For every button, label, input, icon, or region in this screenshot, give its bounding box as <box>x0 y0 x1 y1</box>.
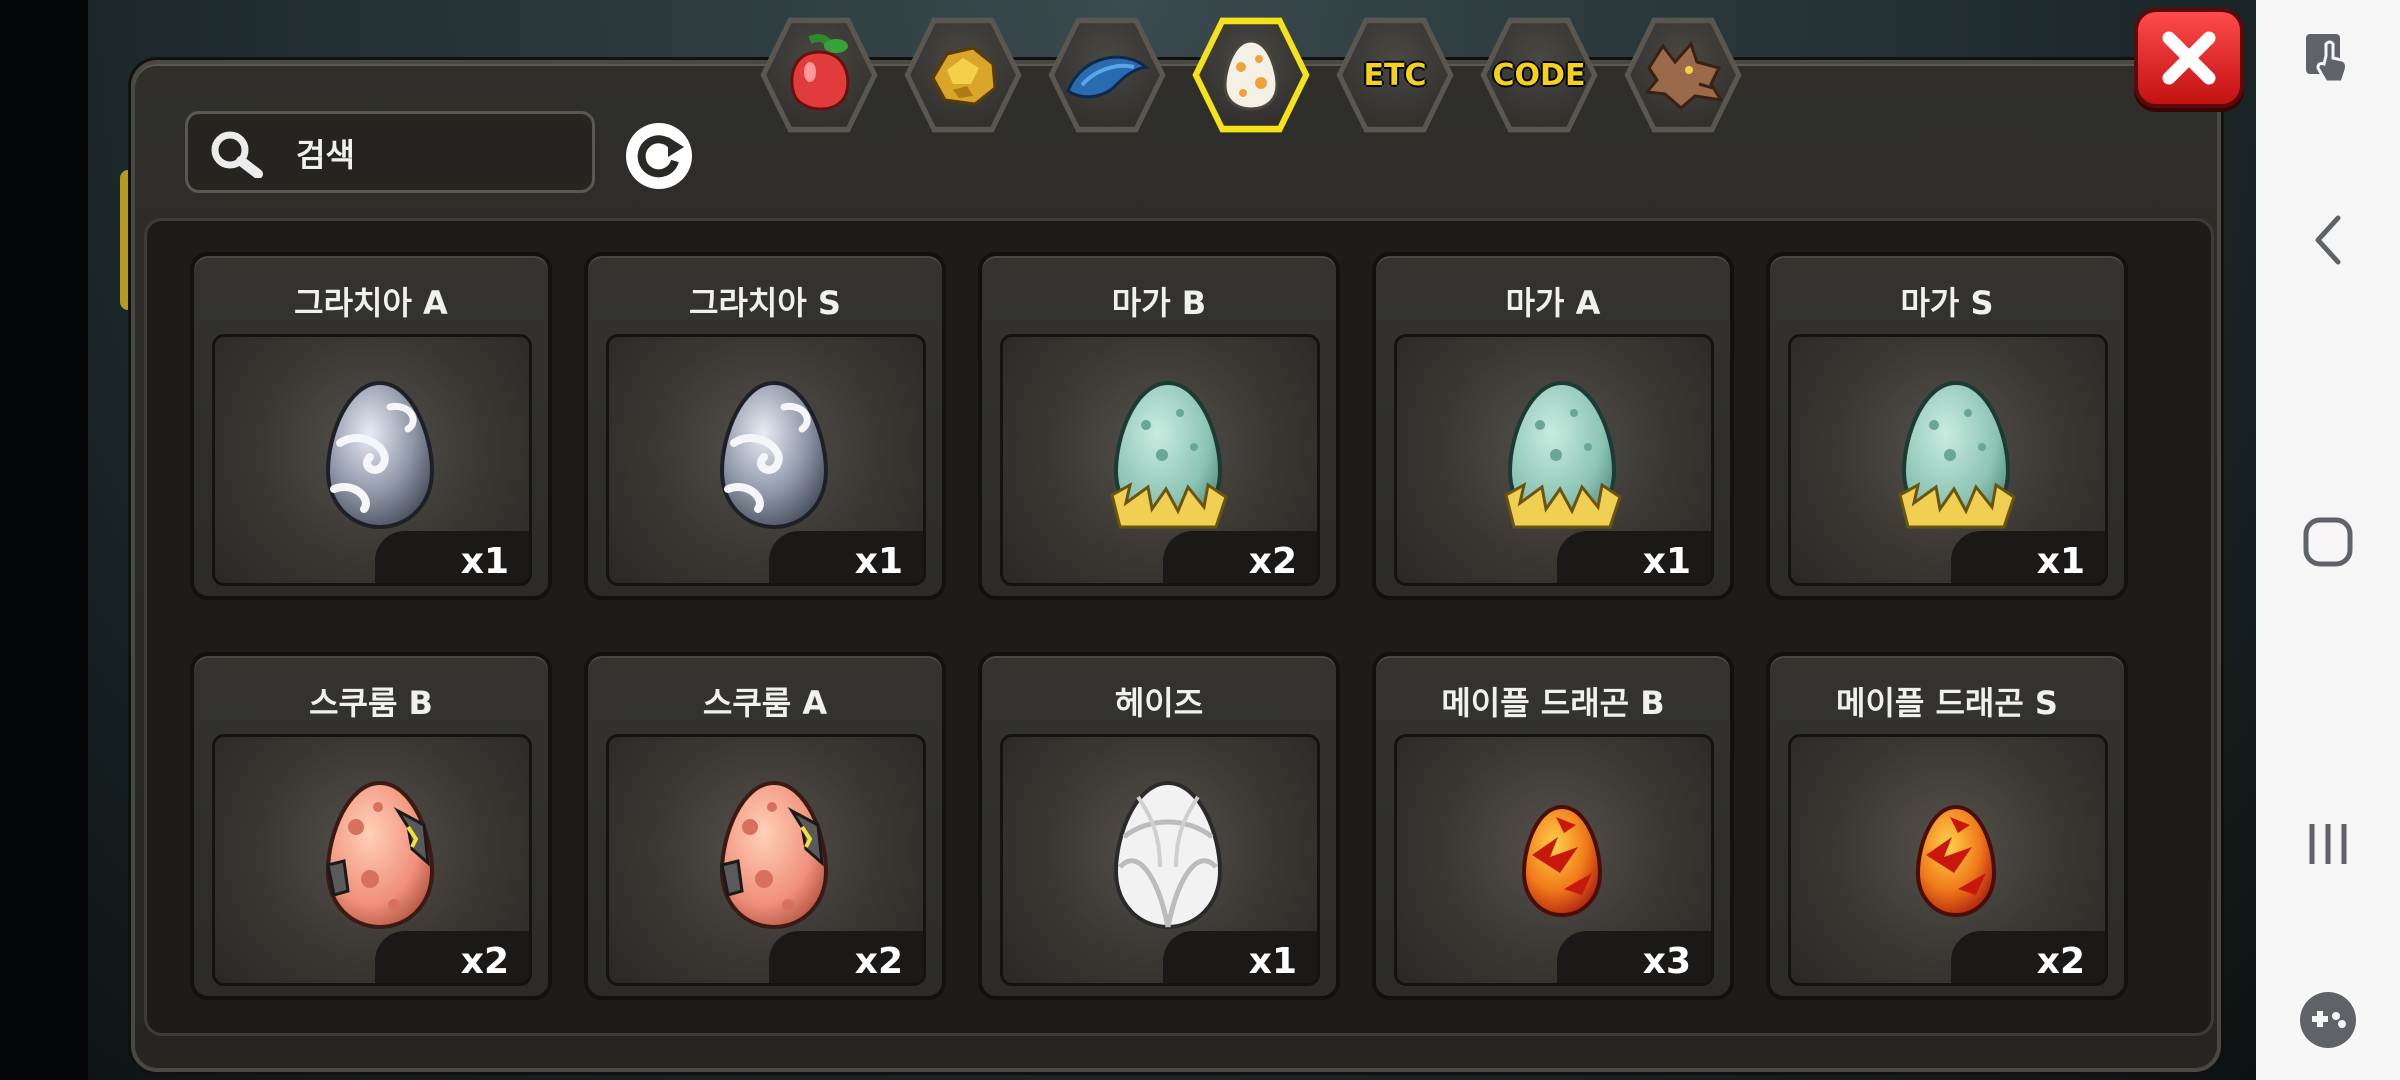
tab-fish[interactable] <box>1048 17 1166 133</box>
item-quantity: x2 <box>854 941 903 982</box>
item-slot: x1 <box>1000 734 1320 986</box>
item-quantity: x1 <box>460 541 509 582</box>
close-icon <box>2162 31 2216 85</box>
tab-etc-label: ETC <box>1363 57 1427 93</box>
category-tabs: ETC CODE <box>758 14 1744 142</box>
refresh-icon[interactable] <box>622 119 696 193</box>
silver-egg-icon <box>719 380 829 530</box>
mint-egg-icon <box>1898 380 2016 530</box>
quantity-badge: x1 <box>769 531 923 583</box>
item-name: 그라치아 A <box>294 284 448 322</box>
screen-touch-button[interactable] <box>2284 18 2372 98</box>
item-slot: x2 <box>1788 734 2108 986</box>
item-name: 스쿠룸 B <box>309 684 433 722</box>
recents-icon <box>2309 824 2347 864</box>
left-edge <box>0 0 88 1080</box>
item-card[interactable]: 메이플 드래곤 S x2 <box>1766 652 2128 1000</box>
item-slot: x1 <box>606 334 926 586</box>
quantity-badge: x1 <box>1951 531 2105 583</box>
fire-egg-icon <box>1915 804 1997 918</box>
tab-code-label: CODE <box>1492 57 1586 93</box>
item-slot: x1 <box>212 334 532 586</box>
item-card[interactable]: 스쿠룸 A x2 <box>584 652 946 1000</box>
tab-fruit[interactable] <box>760 17 878 133</box>
white-egg-icon <box>1113 780 1223 930</box>
tab-egg[interactable] <box>1192 17 1310 133</box>
home-icon <box>2303 517 2353 567</box>
item-slot: x2 <box>212 734 532 986</box>
item-name: 마가 B <box>1111 284 1207 322</box>
close-button[interactable] <box>2134 8 2244 108</box>
dragon-head-icon <box>1644 41 1725 110</box>
egg-icon <box>1223 39 1279 111</box>
item-slot: x1 <box>1788 334 2108 586</box>
item-quantity: x1 <box>2036 541 2085 582</box>
item-quantity: x2 <box>1248 541 1297 582</box>
back-icon <box>2315 215 2341 265</box>
item-slot: x3 <box>1394 734 1714 986</box>
item-quantity: x1 <box>1248 941 1297 982</box>
item-name: 메이플 드래곤 S <box>1836 684 2058 722</box>
item-card[interactable]: 마가 B x2 <box>978 252 1340 600</box>
quantity-badge: x2 <box>1951 931 2105 983</box>
home-button[interactable] <box>2284 502 2372 582</box>
item-name: 마가 S <box>1900 284 1994 322</box>
android-nav-bar <box>2256 0 2400 1080</box>
game-screen: 검색 ETC CODE 그라치아 A x1 그라치아 S x1 마가 B x2 … <box>0 0 2256 1080</box>
item-name: 헤이즈 <box>1114 684 1204 722</box>
item-quantity: x2 <box>2036 941 2085 982</box>
quantity-badge: x2 <box>1163 531 1317 583</box>
item-slot: x2 <box>606 734 926 986</box>
item-quantity: x3 <box>1642 941 1691 982</box>
tab-dragon[interactable] <box>1624 17 1742 133</box>
tab-gold-ore[interactable] <box>904 17 1022 133</box>
item-card[interactable]: 그라치아 A x1 <box>190 252 552 600</box>
gold-ore-icon <box>931 46 997 106</box>
search-placeholder: 검색 <box>296 136 355 174</box>
item-card[interactable]: 그라치아 S x1 <box>584 252 946 600</box>
item-card[interactable]: 메이플 드래곤 B x3 <box>1372 652 1734 1000</box>
item-name: 그라치아 S <box>689 284 841 322</box>
item-slot: x2 <box>1000 334 1320 586</box>
blue-fish-icon <box>1066 55 1150 99</box>
fire-egg-icon <box>1521 804 1603 918</box>
back-button[interactable] <box>2284 200 2372 280</box>
item-quantity: x2 <box>460 941 509 982</box>
silver-egg-icon <box>325 380 435 530</box>
game-controller-icon <box>2300 992 2356 1048</box>
item-name: 마가 A <box>1505 284 1601 322</box>
search-input[interactable]: 검색 <box>185 111 595 193</box>
quantity-badge: x1 <box>1557 531 1711 583</box>
quantity-badge: x2 <box>769 931 923 983</box>
search-icon <box>211 131 263 178</box>
item-name: 메이플 드래곤 B <box>1441 684 1665 722</box>
tab-code[interactable]: CODE <box>1480 17 1598 133</box>
item-slot: x1 <box>1394 334 1714 586</box>
quantity-badge: x1 <box>1163 931 1317 983</box>
mint-egg-icon <box>1110 380 1228 530</box>
red-fruit-icon <box>790 34 850 111</box>
mint-egg-icon <box>1504 380 1622 530</box>
item-quantity: x1 <box>1642 541 1691 582</box>
item-card[interactable]: 헤이즈 x1 <box>978 652 1340 1000</box>
item-card[interactable]: 스쿠룸 B x2 <box>190 652 552 1000</box>
item-card[interactable]: 마가 A x1 <box>1372 252 1734 600</box>
quantity-badge: x2 <box>375 931 529 983</box>
item-name: 스쿠룸 A <box>702 684 828 722</box>
quantity-badge: x1 <box>375 531 529 583</box>
item-quantity: x1 <box>854 541 903 582</box>
salmon-egg-icon <box>325 780 435 930</box>
item-card[interactable]: 마가 S x1 <box>1766 252 2128 600</box>
recents-button[interactable] <box>2284 804 2372 884</box>
quantity-badge: x3 <box>1557 931 1711 983</box>
screen-touch-icon <box>2306 34 2348 84</box>
game-tools-button[interactable] <box>2284 980 2372 1060</box>
tab-etc[interactable]: ETC <box>1336 17 1454 133</box>
salmon-egg-icon <box>719 780 829 930</box>
